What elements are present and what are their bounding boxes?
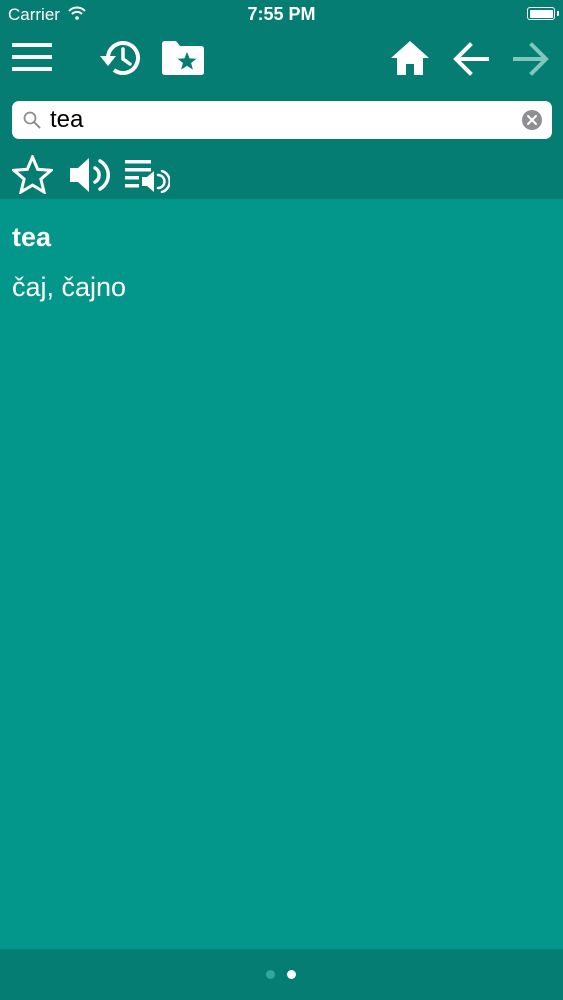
speaker-icon[interactable] [69, 156, 111, 194]
clear-search-icon[interactable] [522, 110, 542, 130]
star-icon[interactable] [12, 155, 53, 194]
back-arrow-icon[interactable] [453, 42, 489, 76]
playlist-audio-icon[interactable] [125, 159, 170, 193]
page-indicator-dot-1[interactable] [266, 970, 275, 979]
search-input[interactable] [50, 104, 520, 136]
favorites-folder-icon[interactable] [162, 41, 204, 75]
battery-tip [557, 11, 559, 16]
forward-arrow-icon[interactable] [513, 42, 549, 76]
home-icon[interactable] [390, 40, 430, 76]
search-bar[interactable] [12, 101, 552, 139]
status-bar: Carrier 7:55 PM [0, 0, 563, 30]
entry-translation: čaj, čajno [12, 272, 127, 302]
bottom-bar [0, 949, 563, 1000]
history-icon[interactable] [99, 38, 145, 78]
battery-icon [527, 7, 555, 20]
menu-icon[interactable] [12, 42, 52, 72]
top-bar: Carrier 7:55 PM [0, 0, 563, 199]
status-time: 7:55 PM [247, 4, 316, 24]
entry-headword: tea [12, 222, 52, 252]
page-indicator-dot-2[interactable] [287, 970, 296, 979]
search-icon [23, 111, 41, 129]
